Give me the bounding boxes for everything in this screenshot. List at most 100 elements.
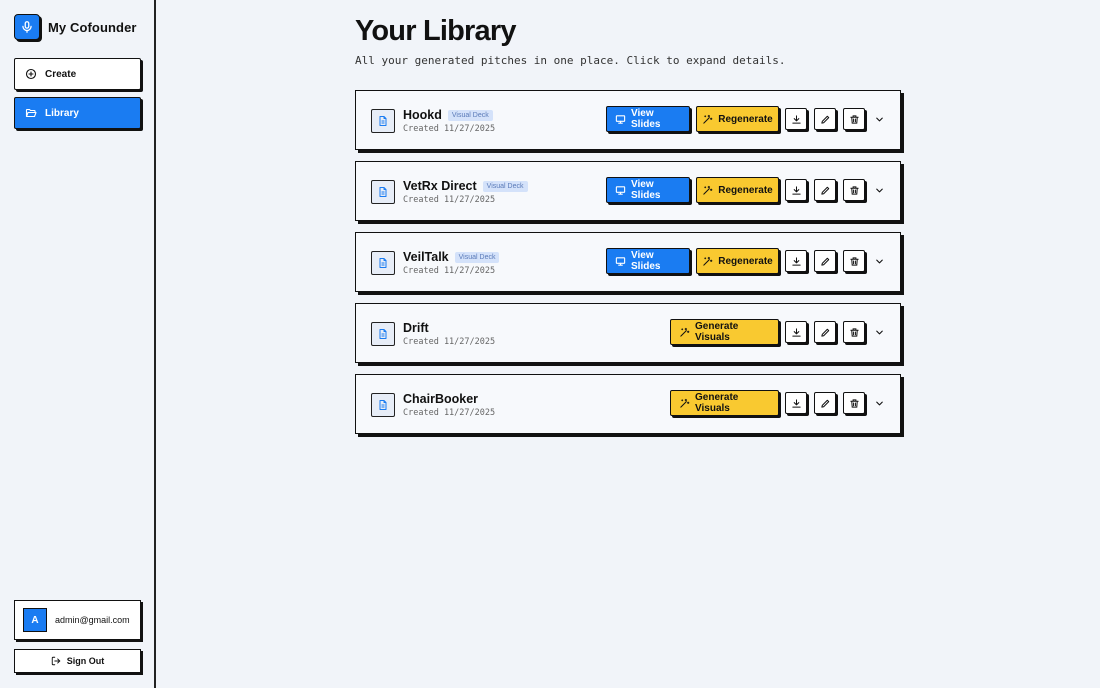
trash-icon bbox=[849, 327, 860, 338]
magic-wand-icon bbox=[702, 185, 713, 196]
download-icon bbox=[791, 114, 802, 125]
document-icon bbox=[371, 322, 395, 346]
view-slides-label: View Slides bbox=[631, 179, 661, 201]
card-actions: View Slides Regenerate bbox=[606, 177, 886, 203]
pitch-date: Created 11/27/2025 bbox=[403, 408, 496, 418]
trash-icon bbox=[849, 398, 860, 409]
generate-visuals-label: Generate Visuals bbox=[695, 321, 739, 343]
view-slides-button[interactable]: View Slides bbox=[606, 177, 690, 203]
generate-visuals-button[interactable]: Generate Visuals bbox=[670, 390, 779, 416]
visual-deck-badge: Visual Deck bbox=[447, 109, 493, 121]
expand-chevron-button[interactable] bbox=[872, 254, 886, 268]
download-button[interactable] bbox=[785, 321, 807, 343]
edit-button[interactable] bbox=[814, 321, 836, 343]
download-icon bbox=[791, 185, 802, 196]
pitch-card[interactable]: Drift Created 11/27/2025 Generate Visual… bbox=[355, 303, 901, 363]
pitch-date: Created 11/27/2025 bbox=[403, 124, 496, 134]
chevron-down-icon bbox=[874, 114, 885, 125]
download-icon bbox=[791, 398, 802, 409]
card-title-row: Hookd Visual Deck bbox=[403, 108, 493, 122]
pitch-date: Created 11/27/2025 bbox=[403, 195, 496, 205]
download-button[interactable] bbox=[785, 250, 807, 272]
delete-button[interactable] bbox=[843, 108, 865, 130]
sidebar: My Cofounder Create Library A admin@gmai… bbox=[0, 0, 156, 688]
pitch-name: Hookd bbox=[403, 108, 442, 122]
delete-button[interactable] bbox=[843, 250, 865, 272]
visual-deck-badge: Visual Deck bbox=[482, 180, 528, 192]
regenerate-button[interactable]: Regenerate bbox=[696, 106, 779, 132]
pitch-date: Created 11/27/2025 bbox=[403, 266, 496, 276]
sign-out-label: Sign Out bbox=[66, 656, 105, 666]
visual-deck-badge: Visual Deck bbox=[454, 251, 500, 263]
magic-wand-icon bbox=[679, 398, 690, 409]
user-card[interactable]: A admin@gmail.com bbox=[14, 600, 141, 640]
sidebar-item-library[interactable]: Library bbox=[14, 97, 141, 129]
expand-chevron-button[interactable] bbox=[872, 325, 886, 339]
pitch-card[interactable]: VeilTalk Visual Deck Created 11/27/2025 … bbox=[355, 232, 901, 292]
card-title-row: Drift bbox=[403, 321, 429, 335]
download-icon bbox=[791, 327, 802, 338]
chevron-down-icon bbox=[874, 185, 885, 196]
card-title-row: ChairBooker bbox=[403, 392, 478, 406]
document-icon bbox=[371, 393, 395, 417]
delete-button[interactable] bbox=[843, 392, 865, 414]
sidebar-item-label: Create bbox=[45, 68, 77, 80]
monitor-icon bbox=[615, 114, 626, 125]
sidebar-item-label: Library bbox=[45, 107, 79, 119]
document-icon bbox=[371, 180, 395, 204]
plus-circle-icon bbox=[25, 68, 37, 80]
chevron-down-icon bbox=[874, 398, 885, 409]
pencil-icon bbox=[820, 185, 831, 196]
pitch-name: VeilTalk bbox=[403, 250, 449, 264]
trash-icon bbox=[849, 185, 860, 196]
microphone-icon bbox=[14, 14, 40, 40]
generate-visuals-button[interactable]: Generate Visuals bbox=[670, 319, 779, 345]
monitor-icon bbox=[615, 185, 626, 196]
brand-name: My Cofounder bbox=[48, 19, 137, 35]
sidebar-item-create[interactable]: Create bbox=[14, 58, 141, 90]
card-actions: Generate Visuals bbox=[670, 319, 886, 345]
card-title-row: VetRx Direct Visual Deck bbox=[403, 179, 528, 193]
monitor-icon bbox=[615, 256, 626, 267]
edit-button[interactable] bbox=[814, 179, 836, 201]
chevron-down-icon bbox=[874, 327, 885, 338]
edit-button[interactable] bbox=[814, 108, 836, 130]
pitch-card[interactable]: VetRx Direct Visual Deck Created 11/27/2… bbox=[355, 161, 901, 221]
delete-button[interactable] bbox=[843, 179, 865, 201]
pitch-list: Hookd Visual Deck Created 11/27/2025 Vie… bbox=[355, 90, 903, 445]
view-slides-button[interactable]: View Slides bbox=[606, 106, 690, 132]
card-actions: View Slides Regenerate bbox=[606, 248, 886, 274]
pencil-icon bbox=[820, 327, 831, 338]
pitch-date: Created 11/27/2025 bbox=[403, 337, 496, 347]
expand-chevron-button[interactable] bbox=[872, 183, 886, 197]
card-actions: View Slides Regenerate bbox=[606, 106, 886, 132]
card-actions: Generate Visuals bbox=[670, 390, 886, 416]
view-slides-button[interactable]: View Slides bbox=[606, 248, 690, 274]
regenerate-label: Regenerate bbox=[718, 113, 773, 125]
pitch-name: VetRx Direct bbox=[403, 179, 477, 193]
edit-button[interactable] bbox=[814, 250, 836, 272]
regenerate-button[interactable]: Regenerate bbox=[696, 248, 779, 274]
page-subtitle: All your generated pitches in one place.… bbox=[355, 54, 786, 67]
log-out-icon bbox=[51, 656, 61, 666]
pitch-card[interactable]: Hookd Visual Deck Created 11/27/2025 Vie… bbox=[355, 90, 901, 150]
expand-chevron-button[interactable] bbox=[872, 112, 886, 126]
download-button[interactable] bbox=[785, 392, 807, 414]
folder-open-icon bbox=[25, 107, 37, 119]
brand[interactable]: My Cofounder bbox=[14, 14, 137, 40]
regenerate-button[interactable]: Regenerate bbox=[696, 177, 779, 203]
edit-button[interactable] bbox=[814, 392, 836, 414]
download-button[interactable] bbox=[785, 179, 807, 201]
download-button[interactable] bbox=[785, 108, 807, 130]
pitch-name: Drift bbox=[403, 321, 429, 335]
trash-icon bbox=[849, 256, 860, 267]
delete-button[interactable] bbox=[843, 321, 865, 343]
magic-wand-icon bbox=[702, 256, 713, 267]
pitch-name: ChairBooker bbox=[403, 392, 479, 406]
regenerate-label: Regenerate bbox=[718, 184, 773, 196]
sign-out-button[interactable]: Sign Out bbox=[14, 649, 141, 673]
page-title: Your Library bbox=[355, 15, 516, 47]
expand-chevron-button[interactable] bbox=[872, 396, 886, 410]
avatar: A bbox=[23, 608, 47, 632]
pitch-card[interactable]: ChairBooker Created 11/27/2025 Generate … bbox=[355, 374, 901, 434]
